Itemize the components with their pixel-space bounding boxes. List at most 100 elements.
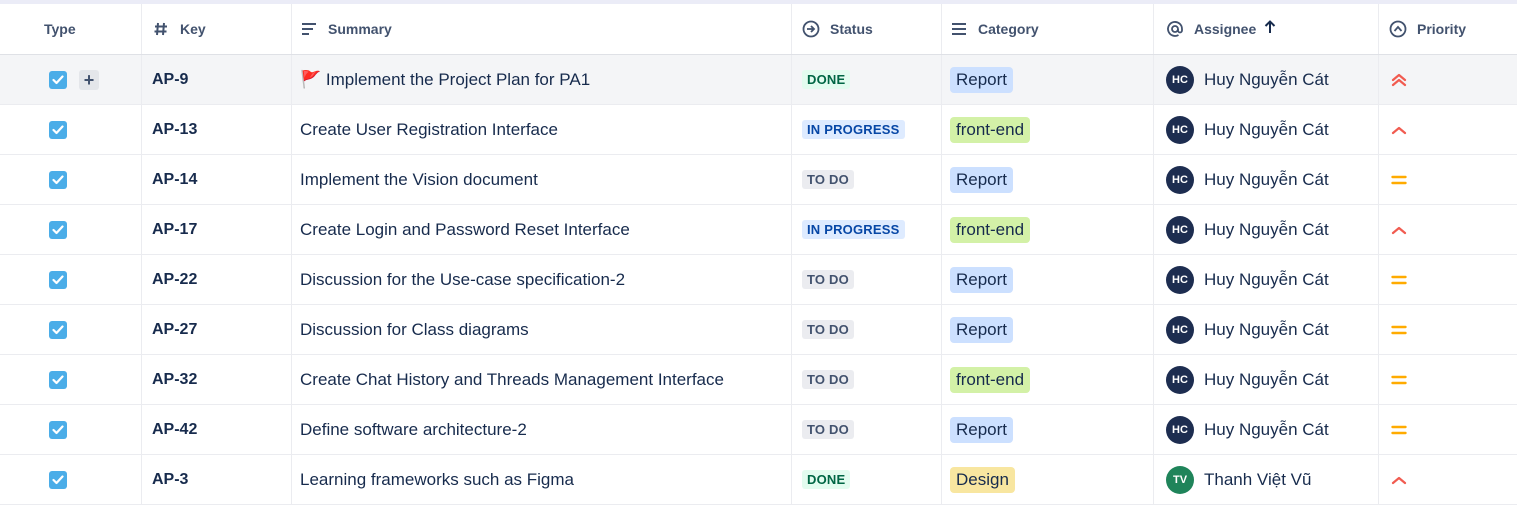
table-row[interactable]: AP-3 Learning frameworks such as Figma DON…: [0, 455, 1517, 505]
assignee-cell[interactable]: HC Huy Nguyễn Cát: [1154, 155, 1379, 204]
status-cell[interactable]: IN PROGRESS: [792, 105, 942, 154]
category-cell[interactable]: front-end: [942, 205, 1154, 254]
category-cell[interactable]: Report: [942, 55, 1154, 104]
status-lozenge[interactable]: IN PROGRESS: [802, 220, 905, 239]
status-cell[interactable]: IN PROGRESS: [792, 205, 942, 254]
column-header-assignee[interactable]: Assignee: [1154, 4, 1379, 54]
table-row[interactable]: AP-27 Discussion for Class diagrams TO DO R…: [0, 305, 1517, 355]
issue-summary[interactable]: Discussion for the Use-case specificatio…: [300, 270, 625, 290]
category-tag[interactable]: front-end: [950, 216, 1031, 243]
priority-cell[interactable]: [1379, 455, 1517, 504]
column-header-type[interactable]: Type: [0, 4, 142, 54]
priority-cell[interactable]: [1379, 105, 1517, 154]
category-cell[interactable]: Report: [942, 255, 1154, 304]
summary-cell[interactable]: Create User Registration Interface: [292, 105, 792, 154]
issue-key[interactable]: AP-42: [152, 421, 197, 439]
category-tag[interactable]: Report: [950, 316, 1014, 343]
issue-summary[interactable]: Create Chat History and Threads Manageme…: [300, 370, 724, 390]
summary-cell[interactable]: Implement the Vision document: [292, 155, 792, 204]
assignee-cell[interactable]: HC Huy Nguyễn Cát: [1154, 255, 1379, 304]
key-cell[interactable]: AP-9: [142, 55, 292, 104]
category-cell[interactable]: Report: [942, 155, 1154, 204]
assignee-cell[interactable]: TV Thanh Việt Vũ: [1154, 455, 1379, 504]
category-cell[interactable]: Report: [942, 305, 1154, 354]
column-header-priority[interactable]: Priority: [1379, 4, 1517, 54]
table-row[interactable]: AP-17 Create Login and Password Reset Int…: [0, 205, 1517, 255]
summary-cell[interactable]: Discussion for Class diagrams: [292, 305, 792, 354]
summary-cell[interactable]: Create Chat History and Threads Manageme…: [292, 355, 792, 404]
status-lozenge[interactable]: DONE: [802, 70, 851, 89]
issue-summary[interactable]: Implement the Vision document: [300, 170, 538, 190]
issue-summary[interactable]: 🚩 Implement the Project Plan for PA1: [300, 70, 590, 90]
assignee-cell[interactable]: HC Huy Nguyễn Cát: [1154, 205, 1379, 254]
key-cell[interactable]: AP-22: [142, 255, 292, 304]
table-row[interactable]: AP-14 Implement the Vision document TO DO R…: [0, 155, 1517, 205]
assignee-cell[interactable]: HC Huy Nguyễn Cát: [1154, 405, 1379, 454]
assignee-cell[interactable]: HC Huy Nguyễn Cát: [1154, 305, 1379, 354]
category-tag[interactable]: Report: [950, 66, 1014, 93]
status-lozenge[interactable]: DONE: [802, 470, 851, 489]
column-header-status[interactable]: Status: [792, 4, 942, 54]
issue-summary[interactable]: Learning frameworks such as Figma: [300, 470, 574, 490]
column-header-category[interactable]: Category: [942, 4, 1154, 54]
category-tag[interactable]: Design: [950, 466, 1015, 493]
summary-cell[interactable]: Discussion for the Use-case specificatio…: [292, 255, 792, 304]
issue-key[interactable]: AP-14: [152, 171, 197, 189]
status-lozenge[interactable]: TO DO: [802, 320, 854, 339]
key-cell[interactable]: AP-14: [142, 155, 292, 204]
key-cell[interactable]: AP-3: [142, 455, 292, 504]
status-lozenge[interactable]: IN PROGRESS: [802, 120, 905, 139]
table-row[interactable]: + AP-9 🚩 Implement the Project Plan for PA…: [0, 55, 1517, 105]
issue-key[interactable]: AP-9: [152, 71, 188, 89]
status-cell[interactable]: TO DO: [792, 155, 942, 204]
issue-key[interactable]: AP-17: [152, 221, 197, 239]
priority-cell[interactable]: [1379, 55, 1517, 104]
summary-cell[interactable]: Learning frameworks such as Figma: [292, 455, 792, 504]
table-row[interactable]: AP-42 Define software architecture-2 TO DO…: [0, 405, 1517, 455]
status-cell[interactable]: TO DO: [792, 255, 942, 304]
issue-key[interactable]: AP-32: [152, 371, 197, 389]
priority-cell[interactable]: [1379, 305, 1517, 354]
column-header-key[interactable]: Key: [142, 4, 292, 54]
column-header-summary[interactable]: Summary: [292, 4, 792, 54]
table-row[interactable]: AP-13 Create User Registration Interface I…: [0, 105, 1517, 155]
category-tag[interactable]: Report: [950, 166, 1014, 193]
table-row[interactable]: AP-32 Create Chat History and Threads Man…: [0, 355, 1517, 405]
status-cell[interactable]: DONE: [792, 55, 942, 104]
summary-cell[interactable]: 🚩 Implement the Project Plan for PA1: [292, 55, 792, 104]
issue-summary[interactable]: Create User Registration Interface: [300, 120, 558, 140]
status-lozenge[interactable]: TO DO: [802, 370, 854, 389]
category-tag[interactable]: Report: [950, 266, 1014, 293]
sort-ascending-icon[interactable]: [1264, 20, 1276, 38]
status-cell[interactable]: TO DO: [792, 355, 942, 404]
table-row[interactable]: AP-22 Discussion for the Use-case specifi…: [0, 255, 1517, 305]
status-cell[interactable]: DONE: [792, 455, 942, 504]
priority-cell[interactable]: [1379, 205, 1517, 254]
key-cell[interactable]: AP-32: [142, 355, 292, 404]
key-cell[interactable]: AP-27: [142, 305, 292, 354]
category-tag[interactable]: front-end: [950, 366, 1031, 393]
priority-cell[interactable]: [1379, 355, 1517, 404]
priority-cell[interactable]: [1379, 405, 1517, 454]
status-cell[interactable]: TO DO: [792, 305, 942, 354]
priority-cell[interactable]: [1379, 255, 1517, 304]
category-cell[interactable]: Report: [942, 405, 1154, 454]
issue-key[interactable]: AP-13: [152, 121, 197, 139]
category-tag[interactable]: front-end: [950, 116, 1031, 143]
key-cell[interactable]: AP-13: [142, 105, 292, 154]
summary-cell[interactable]: Define software architecture-2: [292, 405, 792, 454]
category-tag[interactable]: Report: [950, 416, 1014, 443]
add-child-button[interactable]: +: [79, 69, 99, 90]
assignee-cell[interactable]: HC Huy Nguyễn Cát: [1154, 355, 1379, 404]
status-cell[interactable]: TO DO: [792, 405, 942, 454]
priority-cell[interactable]: [1379, 155, 1517, 204]
issue-key[interactable]: AP-27: [152, 321, 197, 339]
issue-summary[interactable]: Create Login and Password Reset Interfac…: [300, 220, 630, 240]
issue-summary[interactable]: Discussion for Class diagrams: [300, 320, 529, 340]
key-cell[interactable]: AP-17: [142, 205, 292, 254]
assignee-cell[interactable]: HC Huy Nguyễn Cát: [1154, 105, 1379, 154]
status-lozenge[interactable]: TO DO: [802, 170, 854, 189]
status-lozenge[interactable]: TO DO: [802, 270, 854, 289]
status-lozenge[interactable]: TO DO: [802, 420, 854, 439]
issue-key[interactable]: AP-22: [152, 271, 197, 289]
